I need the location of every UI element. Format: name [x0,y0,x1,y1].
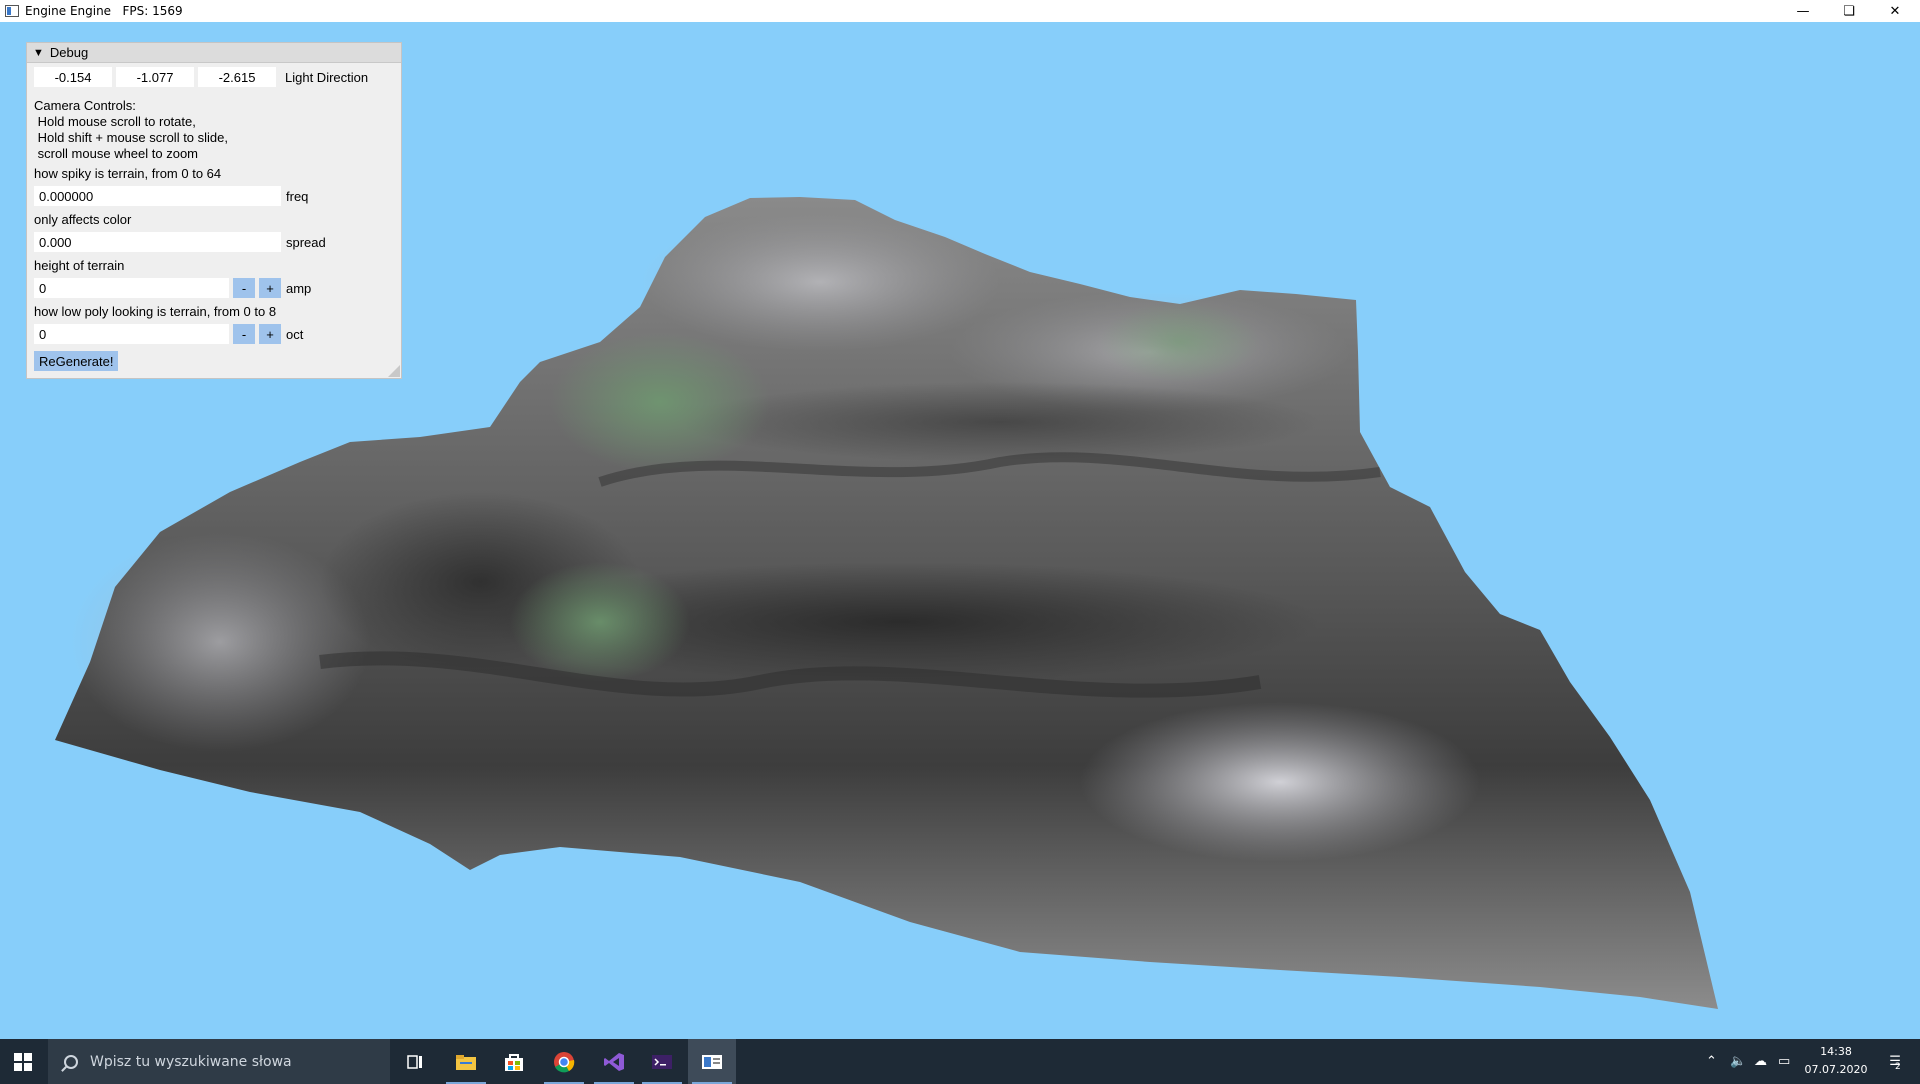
amp-input[interactable]: 0 [34,278,229,298]
spread-label: spread [286,234,326,250]
app-icon [5,5,19,17]
notification-count: 2 [1894,1061,1901,1072]
visual-studio-icon[interactable] [590,1039,638,1084]
start-button[interactable] [0,1039,46,1084]
spread-row: 0.000 spread [34,232,326,252]
terminal-icon[interactable] [638,1039,686,1084]
light-direction-y-field[interactable]: -1.077 [116,67,194,87]
camera-controls-text: Camera Controls: Hold mouse scroll to ro… [34,98,228,161]
engine-app-icon[interactable] [688,1039,736,1084]
freq-row: 0.000000 freq [34,186,308,206]
windows-logo-icon [14,1052,32,1071]
amp-caption: height of terrain [34,258,125,273]
volume-icon[interactable]: 🔈 [1730,1039,1746,1084]
freq-caption: how spiky is terrain, from 0 to 64 [34,166,222,181]
oct-decrement-button[interactable]: - [233,324,255,344]
light-direction-label: Light Direction [285,69,369,85]
clock-date: 07.07.2020 [1804,1063,1868,1076]
amp-row: 0 - + amp [34,278,311,298]
resize-grip[interactable] [388,365,400,377]
taskbar: Wpisz tu wyszukiwane słowa ⌃ 🔈 ☁ ▭ 14:38… [0,1039,1920,1084]
search-icon [64,1054,78,1069]
debug-panel-header[interactable]: ▼ Debug [27,43,401,63]
store-icon[interactable] [490,1039,538,1084]
clock[interactable]: 14:38 07.07.2020 [1796,1043,1876,1079]
clock-time: 14:38 [1820,1045,1852,1058]
notifications-button[interactable]: ☰ 2 [1880,1039,1910,1084]
file-explorer-icon[interactable] [442,1039,490,1084]
oct-increment-button[interactable]: + [259,324,281,344]
amp-decrement-button[interactable]: - [233,278,255,298]
freq-label: freq [286,188,309,204]
oct-input[interactable]: 0 [34,324,229,344]
collapse-arrow-icon[interactable]: ▼ [33,47,44,59]
spread-caption: only affects color [34,212,132,227]
search-placeholder: Wpisz tu wyszukiwane słowa [90,1053,292,1070]
onedrive-icon[interactable]: ☁ [1754,1039,1767,1084]
tray-overflow-icon[interactable]: ⌃ [1706,1039,1717,1084]
debug-panel[interactable]: ▼ Debug -0.154 -1.077 -2.615 Light Direc… [26,42,402,379]
freq-input[interactable]: 0.000000 [34,186,281,206]
window-titlebar: Engine Engine FPS: 1569 — ❏ ✕ [0,0,1920,22]
window-title: Engine Engine FPS: 1569 [25,4,183,18]
light-direction-row: -0.154 -1.077 -2.615 Light Direction [34,67,368,87]
debug-panel-title: Debug [49,45,89,60]
light-direction-z-field[interactable]: -2.615 [198,67,276,87]
regenerate-button[interactable]: ReGenerate! [34,351,119,371]
spread-input[interactable]: 0.000 [34,232,281,252]
network-icon[interactable]: ▭ [1778,1039,1790,1084]
oct-label: oct [286,326,304,342]
amp-increment-button[interactable]: + [259,278,281,298]
chrome-icon[interactable] [540,1039,588,1084]
oct-caption: how low poly looking is terrain, from 0 … [34,304,277,319]
task-view-icon[interactable] [392,1039,440,1084]
minimize-icon[interactable]: — [1780,0,1826,22]
taskbar-search[interactable]: Wpisz tu wyszukiwane słowa [48,1039,390,1084]
restore-icon[interactable]: ❏ [1826,0,1872,22]
close-icon[interactable]: ✕ [1872,0,1918,22]
oct-row: 0 - + oct [34,324,303,344]
light-direction-x-field[interactable]: -0.154 [34,67,112,87]
amp-label: amp [286,280,312,296]
